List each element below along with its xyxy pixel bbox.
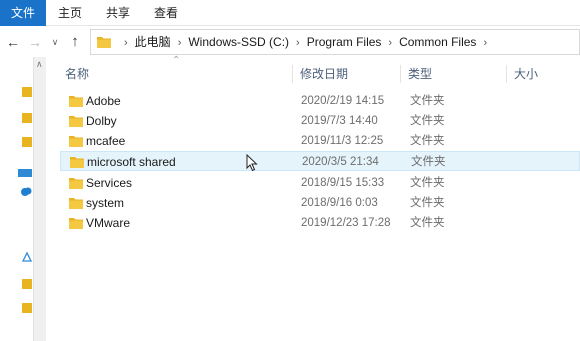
tab-share[interactable]: 共享 — [100, 0, 136, 26]
scroll-up-icon[interactable]: ∧ — [36, 59, 43, 70]
column-header-name[interactable]: 名称 — [65, 63, 89, 85]
file-date: 2018/9/16 0:03 — [301, 197, 378, 209]
table-row[interactable]: Services 2018/9/15 15:33 文件夹 — [60, 173, 580, 193]
folder-icon[interactable] — [22, 85, 32, 97]
folder-icon — [69, 198, 83, 209]
sort-ascending-icon: ⌃ — [172, 55, 181, 66]
arrow-left-icon: ← — [6, 34, 20, 50]
chevron-right-icon[interactable]: › — [483, 37, 487, 49]
file-date: 2019/12/23 17:28 — [301, 217, 391, 229]
back-button[interactable]: ← — [4, 31, 22, 53]
arrow-right-icon: → — [28, 34, 42, 50]
folder-icon[interactable] — [22, 277, 32, 289]
table-row[interactable]: microsoft shared 2020/3/5 21:34 文件夹 — [60, 151, 580, 171]
navigation-pane: ∧ — [0, 57, 46, 341]
address-row: ← → ∨ ↑ › 此电脑 › Windows-SSD (C:) › Program Fi… — [0, 27, 580, 57]
file-type: 文件夹 — [410, 217, 445, 229]
chevron-right-icon[interactable]: › — [124, 37, 128, 49]
file-type: 文件夹 — [410, 177, 445, 189]
folder-icon — [69, 218, 83, 229]
column-divider[interactable] — [506, 65, 507, 83]
mouse-cursor-icon — [246, 154, 258, 172]
folder-icon[interactable] — [22, 111, 32, 123]
onedrive-icon[interactable] — [20, 185, 32, 197]
chevron-down-icon: ∨ — [51, 37, 59, 47]
column-divider[interactable] — [400, 65, 401, 83]
file-name: Adobe — [86, 94, 121, 108]
table-row[interactable]: Adobe 2020/2/19 14:15 文件夹 — [60, 91, 580, 111]
file-name: Dolby — [86, 114, 117, 128]
breadcrumb-common-files[interactable]: Common Files — [399, 35, 476, 49]
file-date: 2020/3/5 21:34 — [302, 156, 379, 168]
breadcrumb-program-files[interactable]: Program Files — [307, 35, 382, 49]
file-date: 2019/7/3 14:40 — [301, 115, 378, 127]
file-name: Services — [86, 176, 133, 190]
chevron-right-icon[interactable]: › — [388, 37, 392, 49]
breadcrumb-windows-ssd[interactable]: Windows-SSD (C:) — [188, 35, 289, 49]
file-name: mcafee — [86, 134, 126, 148]
table-row[interactable]: system 2018/9/16 0:03 文件夹 — [60, 193, 580, 213]
file-date: 2018/9/15 15:33 — [301, 177, 385, 189]
tab-view[interactable]: 查看 — [148, 0, 184, 26]
forward-button[interactable]: → — [26, 31, 44, 53]
tab-file[interactable]: 文件 — [0, 0, 46, 26]
breadcrumb-this-pc[interactable]: 此电脑 — [135, 35, 171, 49]
ribbon-tab-bar: 文件 主页 共享 查看 — [0, 0, 580, 26]
network-icon[interactable] — [22, 251, 32, 263]
column-header-date[interactable]: 修改日期 — [300, 63, 348, 85]
arrow-up-icon: ↑ — [71, 33, 79, 50]
chevron-right-icon[interactable]: › — [296, 37, 300, 49]
file-type: 文件夹 — [410, 115, 445, 127]
table-row[interactable]: Dolby 2019/7/3 14:40 文件夹 — [60, 111, 580, 131]
column-header-type[interactable]: 类型 — [408, 63, 432, 85]
file-type: 文件夹 — [410, 197, 445, 209]
up-button[interactable]: ↑ — [66, 31, 84, 53]
file-date: 2019/11/3 12:25 — [301, 135, 384, 147]
file-type: 文件夹 — [411, 156, 446, 168]
folder-icon — [97, 37, 111, 48]
file-date: 2020/2/19 14:15 — [301, 95, 385, 107]
folder-icon — [69, 116, 83, 127]
desktop-icon[interactable] — [18, 169, 32, 177]
file-name: microsoft shared — [87, 155, 176, 169]
breadcrumb: › 此电脑 › Windows-SSD (C:) › Program Files › Comm… — [117, 30, 494, 54]
file-name: VMware — [86, 216, 131, 230]
file-list: ⌃ 名称 修改日期 类型 大小 Adobe 2020/2/19 14:15 文件… — [56, 55, 580, 341]
table-row[interactable]: mcafee 2019/11/3 12:25 文件夹 — [60, 131, 580, 151]
folder-icon[interactable] — [22, 301, 32, 313]
folder-icon — [69, 136, 83, 147]
column-header-size[interactable]: 大小 — [514, 63, 538, 85]
table-row[interactable]: VMware 2019/12/23 17:28 文件夹 — [60, 213, 580, 233]
file-type: 文件夹 — [410, 95, 445, 107]
chevron-right-icon[interactable]: › — [178, 37, 182, 49]
file-name: system — [86, 196, 125, 210]
address-bar[interactable]: › 此电脑 › Windows-SSD (C:) › Program Files › Comm… — [90, 29, 580, 55]
column-divider[interactable] — [292, 65, 293, 83]
file-type: 文件夹 — [410, 135, 445, 147]
recent-locations-button[interactable]: ∨ — [46, 31, 64, 53]
navigation-scrollbar[interactable]: ∧ — [33, 57, 46, 341]
folder-icon — [69, 96, 83, 107]
folder-icon — [70, 157, 84, 168]
tab-home[interactable]: 主页 — [52, 0, 88, 26]
folder-icon[interactable] — [22, 135, 32, 147]
folder-icon — [69, 178, 83, 189]
